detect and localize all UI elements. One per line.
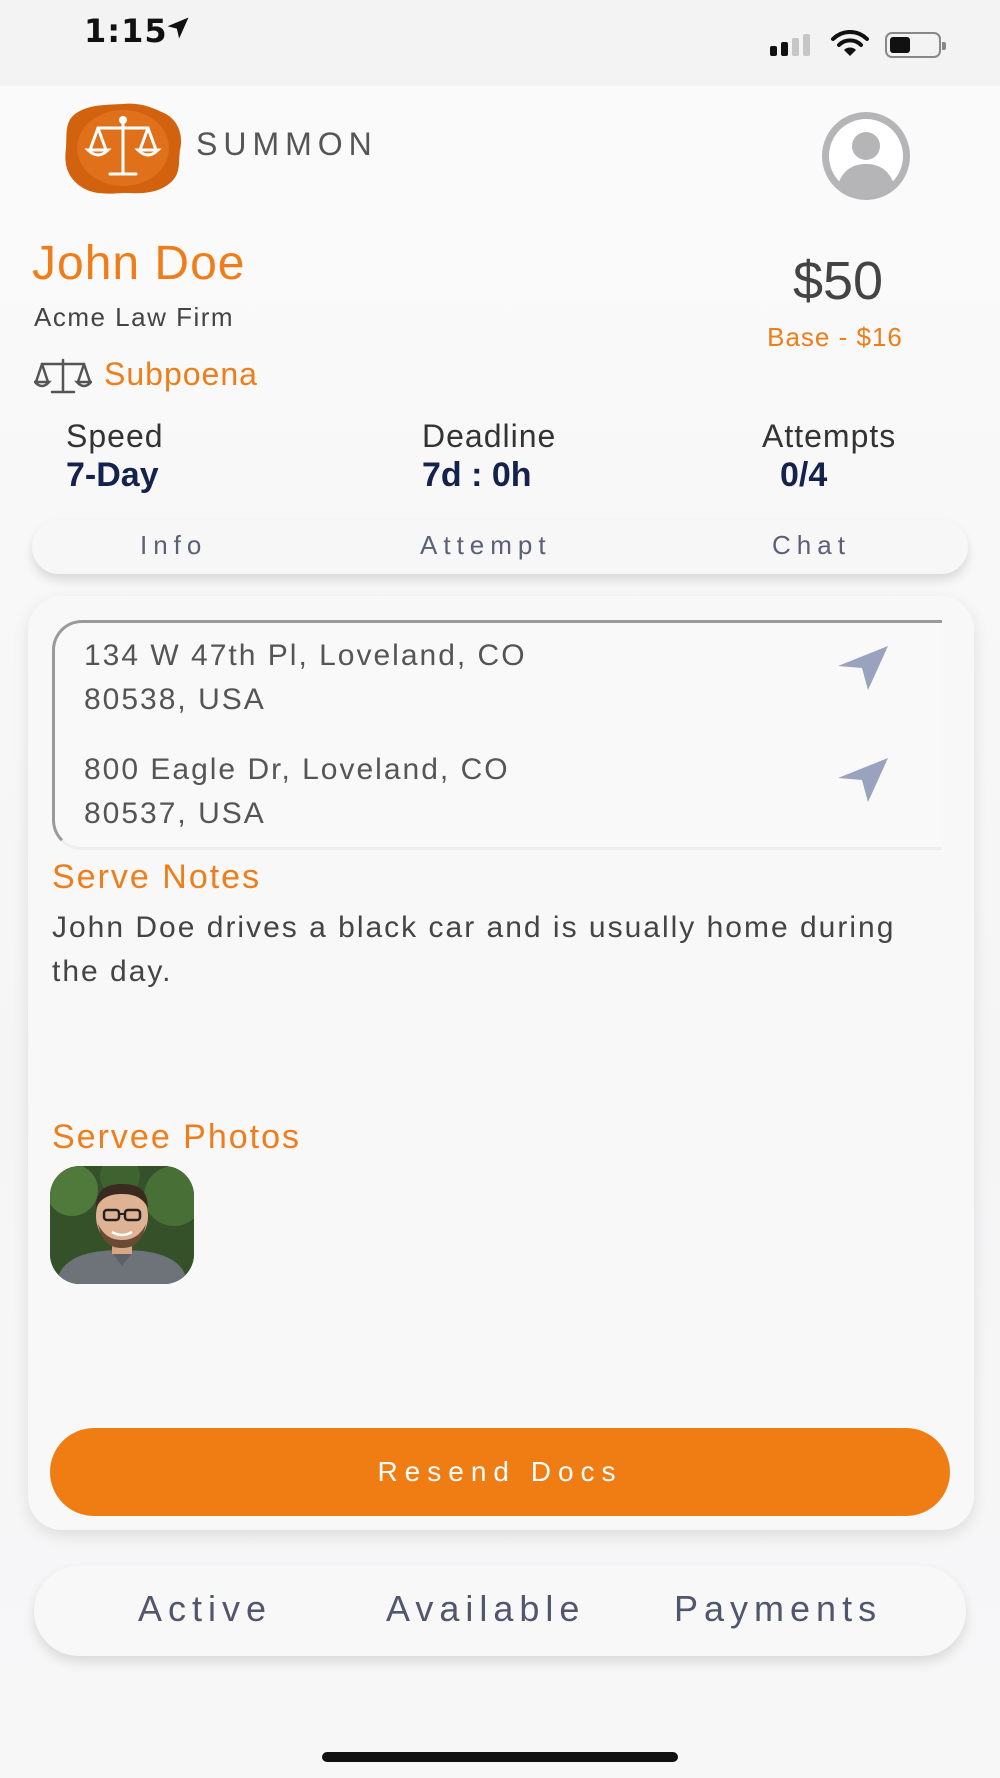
nav-payments[interactable]: Payments	[674, 1588, 882, 1630]
job-price: $50	[792, 251, 884, 311]
resend-docs-button[interactable]: Resend Docs	[50, 1428, 950, 1516]
address-line1: 134 W 47th Pl, Loveland, CO	[84, 639, 527, 672]
deadline-label: Deadline	[422, 418, 557, 454]
address-line2: 80537, USA	[84, 797, 266, 830]
scales-seal-logo-icon	[65, 103, 182, 194]
serve-notes-title: Serve Notes	[52, 858, 262, 896]
document-type: Subpoena	[104, 356, 258, 392]
address-item[interactable]: 134 W 47th Pl, Loveland, CO 80538, USA	[84, 634, 527, 722]
servee-name: John Doe	[32, 237, 246, 290]
detail-tabs: Info Attempt Chat	[32, 520, 968, 574]
cellular-signal-icon	[770, 34, 810, 56]
law-firm-name: Acme Law Firm	[34, 302, 235, 332]
bottom-nav: Active Available Payments	[34, 1566, 966, 1656]
location-arrow-icon	[167, 17, 189, 39]
address-item[interactable]: 800 Eagle Dr, Loveland, CO 80537, USA	[84, 748, 510, 836]
navigate-icon[interactable]	[836, 756, 892, 804]
speed-value: 7-Day	[66, 456, 159, 494]
home-indicator[interactable]	[322, 1752, 678, 1762]
address-line1: 800 Eagle Dr, Loveland, CO	[84, 753, 510, 786]
user-icon	[823, 113, 909, 199]
status-bar: 1:15	[0, 0, 1000, 86]
serve-notes-text: John Doe drives a black car and is usual…	[52, 911, 896, 988]
address-line2: 80538, USA	[84, 683, 266, 716]
status-time: 1:15	[84, 12, 168, 50]
profile-button[interactable]	[822, 112, 910, 200]
attempts-label: Attempts	[762, 418, 897, 454]
tab-chat[interactable]: Chat	[772, 530, 851, 561]
person-photo	[50, 1166, 194, 1284]
tab-attempt[interactable]: Attempt	[420, 530, 552, 561]
brand-name: SUMMON	[196, 126, 378, 162]
deadline-value: 7d : 0h	[422, 456, 532, 494]
scales-icon	[34, 358, 92, 394]
nav-active[interactable]: Active	[138, 1588, 272, 1630]
base-fee: Base - $16	[767, 322, 903, 352]
servee-photo[interactable]	[50, 1166, 194, 1284]
speed-label: Speed	[66, 418, 164, 454]
nav-available[interactable]: Available	[386, 1588, 585, 1630]
navigate-icon[interactable]	[836, 644, 892, 692]
wifi-icon	[831, 30, 869, 56]
attempts-value: 0/4	[780, 456, 828, 494]
servee-photos-title: Servee Photos	[52, 1118, 302, 1156]
battery-icon	[885, 32, 946, 58]
tab-info[interactable]: Info	[140, 530, 207, 561]
